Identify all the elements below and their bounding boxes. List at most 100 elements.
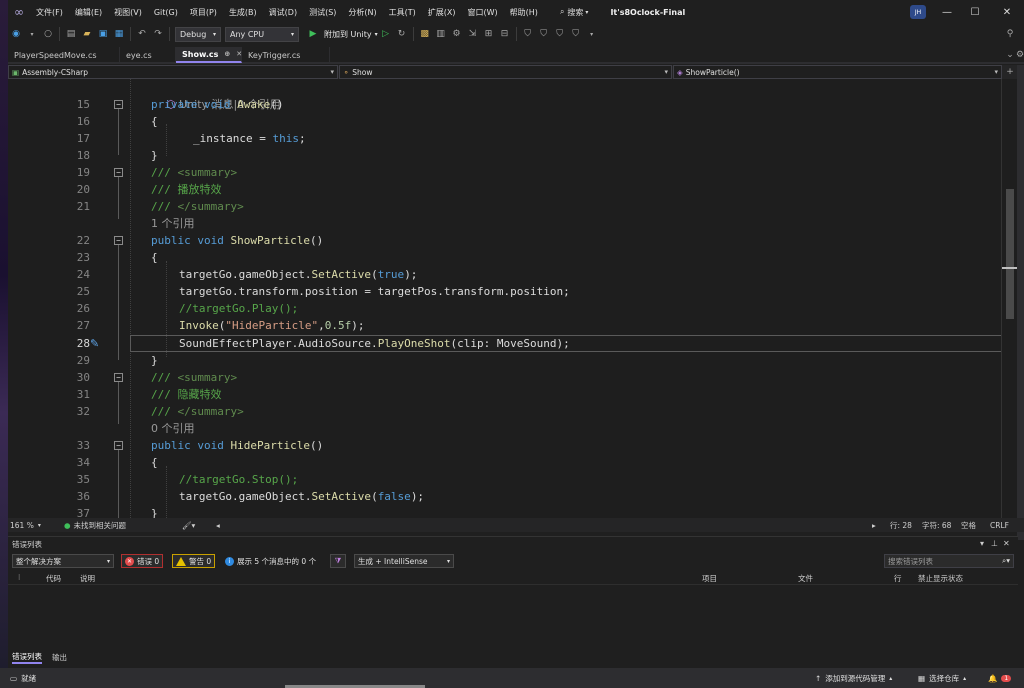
start-without-debugging-icon[interactable]: ▷ [379, 27, 393, 41]
redo-icon[interactable]: ↷ [151, 27, 165, 41]
build-filter-dropdown[interactable]: 生成 + IntelliSense ▾ [354, 554, 454, 568]
error-search-input[interactable]: 搜索错误列表 ⌕▾ [884, 554, 1014, 568]
platform-dropdown[interactable]: Any CPU ▾ [225, 26, 299, 42]
bell-icon: 🔔 [988, 673, 998, 683]
issues-indicator[interactable]: ● 未找到相关问题 [64, 518, 126, 532]
tab-output[interactable]: 输出 [52, 650, 67, 664]
configuration-dropdown[interactable]: Debug ▾ [175, 26, 221, 42]
menu-test[interactable]: 测试(S) [303, 0, 342, 24]
navigate-back-icon[interactable]: ◉ [9, 27, 23, 41]
scrollbar-thumb[interactable] [1006, 189, 1014, 319]
collapse-icon[interactable]: − [114, 168, 123, 177]
zoom-dropdown[interactable]: 161 % ▾ [10, 518, 41, 532]
menu-build[interactable]: 生成(B) [223, 0, 263, 24]
select-repository-button[interactable]: ▦ 选择仓库 ▴ [918, 668, 966, 688]
code-line-26: 26 //targetGo.Play(); [8, 300, 1008, 317]
panel-options-icon[interactable]: ▾ [980, 539, 984, 548]
collapse-icon[interactable]: − [114, 236, 123, 245]
collapse-icon[interactable]: − [114, 373, 123, 382]
step-icon[interactable]: ⇲ [466, 27, 480, 41]
project-dropdown[interactable]: ▣ Assembly-CSharp ▾ [8, 65, 338, 79]
undo-icon[interactable]: ↶ [135, 27, 149, 41]
next-bookmark-icon[interactable]: ⛉ [553, 27, 567, 41]
code-editor[interactable]: ⬡ Unity 消息|0 个引用 15 − private void Awake… [8, 79, 1008, 518]
toggle-breakpoint-icon[interactable]: ⊟ [498, 27, 512, 41]
class-dropdown[interactable]: ⚬ Show ▾ [339, 65, 672, 79]
save-all-icon[interactable]: ▦ [112, 27, 126, 41]
scroll-left-icon[interactable]: ◂ [216, 518, 220, 532]
column-file[interactable]: 文件 [798, 573, 813, 584]
menu-extensions[interactable]: 扩展(X) [422, 0, 462, 24]
line-indicator[interactable]: 行: 28 [890, 518, 912, 532]
menu-file[interactable]: 文件(F) [30, 0, 69, 24]
open-folder-icon[interactable]: ▰ [80, 27, 94, 41]
scope-dropdown[interactable]: 整个解决方案 ▾ [12, 554, 114, 568]
whitespace-indicator[interactable]: 空格 [961, 518, 976, 532]
menu-view[interactable]: 视图(V) [108, 0, 148, 24]
new-project-icon[interactable]: ▤ [64, 27, 78, 41]
tab-keytrigger[interactable]: KeyTrigger.cs [242, 47, 330, 63]
messages-filter-button[interactable]: i 展示 5 个消息中的 0 个 [221, 554, 320, 568]
menu-analyze[interactable]: 分析(N) [342, 0, 382, 24]
menu-git[interactable]: Git(G) [148, 0, 184, 24]
menu-help[interactable]: 帮助(H) [504, 0, 544, 24]
close-icon[interactable]: ✕ [990, 0, 1024, 24]
avatar[interactable]: JH [910, 5, 926, 19]
split-view-icon[interactable]: + [1003, 65, 1017, 79]
tab-show[interactable]: Show.cs ⊕ ✕ [176, 47, 242, 63]
toolbar-options-icon[interactable]: ▾ [585, 27, 599, 41]
code-line-36: 36 targetGo.gameObject.SetActive(false); [8, 488, 1008, 505]
quick-actions-screwdriver-icon[interactable]: ✎ [90, 337, 106, 351]
maximize-icon[interactable]: ☐ [958, 0, 992, 24]
attach-to-unity-button[interactable]: ▶ 附加到 Unity ▾ [305, 27, 378, 41]
menu-tools[interactable]: 工具(T) [383, 0, 422, 24]
menu-edit[interactable]: 编辑(E) [69, 0, 108, 24]
prev-bookmark-icon[interactable]: ⛉ [537, 27, 551, 41]
scroll-right-icon[interactable]: ▸ [872, 518, 876, 532]
codelens-references[interactable]: 1 个引用 [151, 215, 195, 232]
chevron-down-icon[interactable]: ▾ [25, 27, 39, 41]
line-ending-indicator[interactable]: CRLF [990, 518, 1009, 532]
cleanup-icon[interactable]: 🖌▾ [182, 518, 195, 532]
hot-reload-icon[interactable]: ↻ [395, 27, 409, 41]
member-dropdown[interactable]: ◈ ShowParticle() ▾ [673, 65, 1002, 79]
errors-filter-button[interactable]: ✕ 错误 0 [121, 554, 164, 568]
browser-link-icon[interactable]: ▩ [418, 27, 432, 41]
tab-eye[interactable]: eye.cs [120, 47, 176, 63]
clear-bookmarks-icon[interactable]: ⛉ [569, 27, 583, 41]
bookmark-list-icon[interactable]: ⊞ [482, 27, 496, 41]
tab-playerspeedmove[interactable]: PlayerSpeedMove.cs [8, 47, 120, 63]
column-suppression[interactable]: 禁止显示状态 [918, 573, 963, 584]
collapse-icon[interactable]: − [114, 100, 123, 109]
tab-error-list[interactable]: 错误列表 [12, 650, 42, 664]
codelens-references[interactable]: 0 个引用 [151, 420, 195, 437]
collapse-icon[interactable]: − [114, 441, 123, 450]
bookmark-icon[interactable]: ⛉ [521, 27, 535, 41]
char-indicator[interactable]: 字符: 68 [922, 518, 951, 532]
panel-title: 错误列表 [12, 540, 42, 549]
warnings-filter-button[interactable]: 警告 0 [172, 554, 216, 568]
menu-window[interactable]: 窗口(W) [462, 0, 504, 24]
debug-options-icon[interactable]: ⚙ [450, 27, 464, 41]
live-share-icon[interactable]: ⚲ [1003, 27, 1017, 41]
save-icon[interactable]: ▣ [96, 27, 110, 41]
pin-icon[interactable]: ⊥ [991, 539, 998, 548]
code-text: private void Awake() [151, 96, 283, 113]
diagnostics-icon[interactable]: ▥ [434, 27, 448, 41]
editor-vertical-scrollbar[interactable] [1001, 79, 1018, 518]
add-to-source-control-button[interactable]: ↑ 添加到源代码管理 ▴ [815, 668, 892, 688]
menu-debug[interactable]: 调试(D) [263, 0, 303, 24]
navigate-forward-icon[interactable]: ○ [41, 27, 55, 41]
notifications-button[interactable]: 🔔 1 [988, 668, 1012, 688]
settings-icon[interactable]: ⚙ [1013, 48, 1024, 62]
filter-icon[interactable]: ⧩ [330, 554, 346, 568]
sort-icon[interactable]: ⁝ [18, 573, 20, 582]
menu-project[interactable]: 项目(P) [184, 0, 223, 24]
column-description[interactable]: 说明 [80, 573, 95, 584]
pin-icon[interactable]: ⊕ [224, 50, 230, 58]
column-code[interactable]: 代码 [46, 573, 61, 584]
close-icon[interactable]: ✕ [1003, 539, 1010, 548]
column-line[interactable]: 行 [894, 573, 902, 584]
column-project[interactable]: 项目 [702, 573, 717, 584]
search-button[interactable]: ⌕ 搜索 ▾ [552, 3, 597, 21]
